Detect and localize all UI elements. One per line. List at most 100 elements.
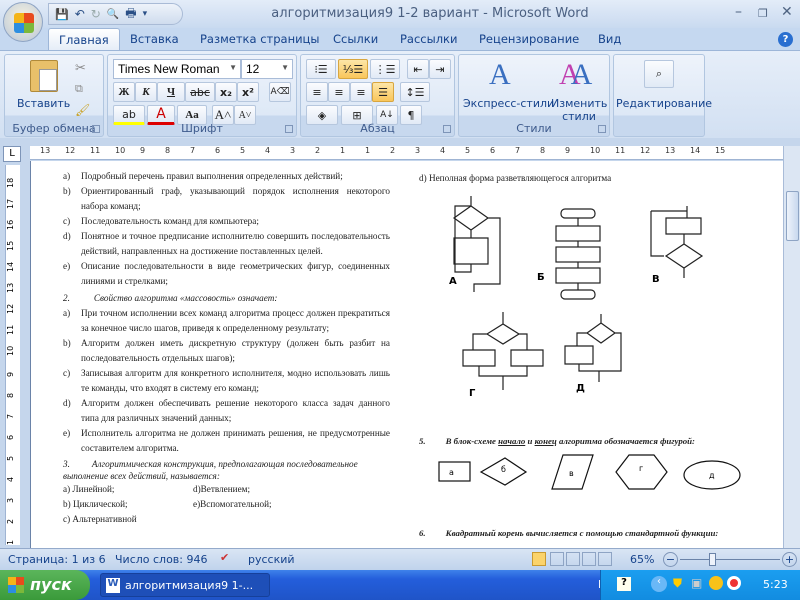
zoom-level[interactable]: 65% [630,553,654,566]
ruler-number: 4 [265,146,271,155]
save-icon[interactable]: 💾 [55,8,69,21]
question-6: 6. Квадратный корень вычисляется с помощь… [419,526,749,541]
clipboard-launcher[interactable] [92,125,100,133]
list-item: c) Альтернативной [63,512,390,527]
editing-button[interactable]: Редактирование [616,97,712,110]
increase-indent-icon[interactable]: ⇥ [429,59,451,79]
tab-insert[interactable]: Вставка [130,32,179,46]
customize-qat-icon[interactable]: ▾ [143,9,148,19]
full-screen-reading-icon[interactable] [550,552,564,566]
format-painter-icon[interactable]: 🖌 [75,103,90,117]
vertical-scrollbar[interactable] [783,146,800,548]
vertical-ruler[interactable]: 123456789101112131415161718 [5,165,20,545]
ruler-number: 4 [440,146,446,155]
align-left-icon[interactable]: ≡ [306,82,328,102]
bullets-icon[interactable]: ⁝☰ [306,59,336,79]
zoom-in-button[interactable]: + [782,552,797,567]
strikethrough-button[interactable]: abc [185,82,215,102]
restore-button[interactable]: ❐ [758,7,768,20]
start-label: пуск [30,575,72,594]
question-text: Квадратный корень вычисляется с помощью … [445,528,719,538]
shape-label: д [709,471,715,480]
help-icon[interactable]: ? [617,577,631,591]
list-item: a) Подробный перечень правил выполнения о… [63,169,390,184]
print-icon[interactable]: 🖶 [125,4,136,25]
tab-review[interactable]: Рецензирование [479,32,579,46]
shield-icon[interactable]: ⛊ [673,576,682,591]
proofing-icon[interactable]: ✔ [220,551,229,564]
zoom-out-button[interactable]: − [663,552,678,567]
minimize-button[interactable]: – [735,4,742,20]
flowchart-e: Д [564,314,622,394]
paste-button[interactable]: Вставить [17,97,70,110]
tray-app-icon[interactable] [727,576,741,590]
tab-home[interactable]: Главная [48,28,120,51]
numbering-icon[interactable]: ⅓☰ [338,59,368,79]
flowchart-label: В [652,274,660,285]
scrollbar-thumb[interactable] [786,191,799,241]
cut-icon[interactable]: ✂ [75,61,86,76]
close-button[interactable]: ✕ [781,4,793,20]
styles-launcher[interactable] [598,125,606,133]
ruler-number: 15 [715,146,726,155]
zoom-slider-thumb[interactable] [708,553,716,566]
antivirus-icon[interactable] [709,576,723,590]
quick-styles-button[interactable]: Экспресс-стили [463,97,554,110]
tab-selector[interactable]: L [3,146,21,162]
multilevel-list-icon[interactable]: ⋮☰ [370,59,400,79]
copy-icon[interactable]: ⧉ [75,82,83,96]
tab-page-layout[interactable]: Разметка страницы [200,32,319,46]
tab-mailings[interactable]: Рассылки [400,32,457,46]
chevron-down-icon[interactable]: ▼ [229,63,237,72]
justify-icon[interactable]: ☰ [372,82,394,102]
document-page[interactable]: a) Подробный перечень правил выполнения о… [30,161,783,548]
horizontal-ruler[interactable]: 13 12 11 10 9 8 7 6 5 4 3 2 1 1 2 3 4 5 6 7 8 9 10 11 12 13 14 15 [30,146,783,160]
font-size-combo[interactable]: 12 ▼ [241,59,293,79]
outline-icon[interactable] [582,552,596,566]
network-icon[interactable]: ▣ [691,576,702,590]
question-number: 3. [63,459,70,469]
underline-button[interactable]: Ч [157,82,185,102]
binoculars-icon[interactable]: ⌕ [644,60,674,88]
superscript-button[interactable]: x² [237,82,259,102]
taskbar-word-window[interactable]: Wалгоритмизация9 1-... [100,573,270,597]
start-button[interactable]: пуск [0,570,90,600]
font-name-combo[interactable]: Times New Roman ▼ [113,59,241,79]
subscript-button[interactable]: x₂ [215,82,237,102]
tab-references[interactable]: Ссылки [333,32,378,46]
draft-icon[interactable] [598,552,612,566]
language[interactable]: русский [248,553,295,566]
paragraph-group-label: Абзац [360,122,395,135]
change-styles-button[interactable]: Изменить стили [551,97,607,123]
bold-button[interactable]: Ж [113,82,135,102]
question-text-start: начало [498,436,526,446]
zoom-slider[interactable] [680,559,780,560]
print-preview-icon[interactable]: 🔍 [107,9,119,20]
decrease-indent-icon[interactable]: ⇤ [407,59,429,79]
tab-view[interactable]: Вид [598,32,621,46]
font-launcher[interactable] [285,125,293,133]
list-item-text: При точном исполнении всех команд алгори… [81,308,390,333]
undo-icon[interactable]: ↶ [75,7,85,21]
print-layout-icon[interactable] [532,552,546,566]
shape-diamond: б [479,457,528,486]
chevron-down-icon[interactable]: ▼ [281,63,289,72]
clear-formatting-icon[interactable]: A⌫ [269,82,291,102]
paragraph-launcher[interactable] [443,125,451,133]
chevron-left-icon[interactable]: ‹ [651,576,667,592]
help-icon[interactable]: ? [778,32,793,47]
align-right-icon[interactable]: ≡ [350,82,372,102]
align-center-icon[interactable]: ≡ [328,82,350,102]
line-spacing-icon[interactable]: ↕☰ [400,82,430,102]
italic-button[interactable]: К [135,82,157,102]
paste-icon [30,60,58,92]
change-styles-icon: AA [559,58,593,91]
web-layout-icon[interactable] [566,552,580,566]
page-count[interactable]: Страница: 1 из 6 [8,553,106,566]
ruler-number: 11 [90,146,101,155]
redo-icon[interactable]: ↻ [91,7,101,21]
office-button[interactable] [3,2,43,42]
shape-options: а б в г д [438,454,741,490]
ruler-number: 7 [190,146,196,155]
word-count[interactable]: Число слов: 946 [115,553,208,566]
